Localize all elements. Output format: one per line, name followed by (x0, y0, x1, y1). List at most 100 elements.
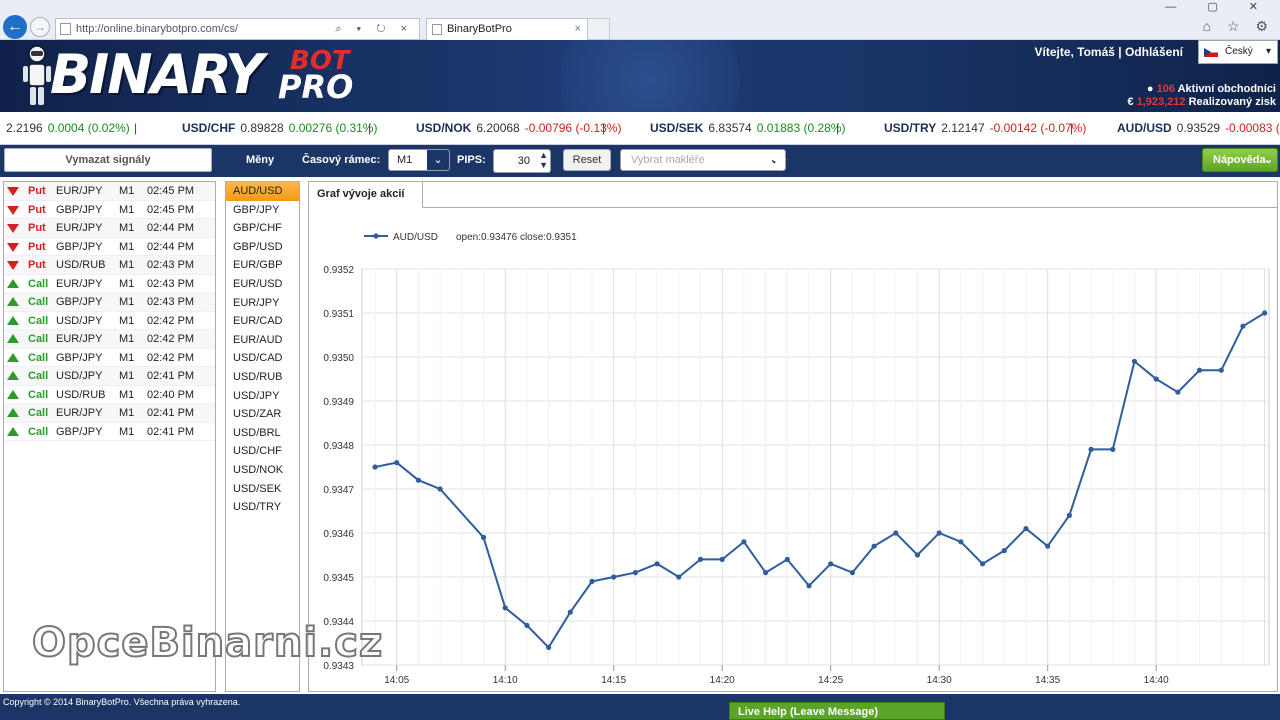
pair-item[interactable]: USD/ZAR (226, 405, 299, 424)
live-help-button[interactable]: Live Help (Leave Message) (729, 702, 945, 720)
pair-item[interactable]: USD/BRL (226, 424, 299, 443)
back-arrow-icon[interactable]: ← (3, 15, 27, 39)
signal-row[interactable]: Call USD/JPY M1 02:42 PM (4, 312, 215, 330)
close-tab-icon[interactable]: × (575, 19, 581, 39)
signal-row[interactable]: Call GBP/JPY M1 02:42 PM (4, 349, 215, 367)
signal-pair: EUR/JPY (56, 277, 103, 290)
browser-tab[interactable]: BinaryBotPro × (426, 18, 588, 40)
signal-pair: GBP/JPY (56, 203, 103, 216)
pair-item[interactable]: EUR/GBP (226, 256, 299, 275)
signal-time: 02:45 PM (147, 203, 195, 216)
signal-pair: USD/JPY (56, 370, 103, 382)
pair-item[interactable]: USD/TRY (226, 498, 299, 517)
data-point (958, 539, 964, 545)
signal-row[interactable]: Call GBP/JPY M1 02:43 PM (4, 293, 215, 312)
realized-profit-row: € 1,923,212 Realizovaný zisk (1127, 96, 1276, 109)
broker-select[interactable]: Vybrat makléře ⌄ (620, 149, 786, 171)
data-point (1066, 512, 1072, 518)
pair-item[interactable]: EUR/AUD (226, 331, 299, 350)
pair-item[interactable]: GBP/USD (226, 238, 299, 257)
address-bar[interactable]: http://online.binarybotpro.com/cs/ ⌕ ▾ ↻… (55, 18, 420, 40)
pair-item[interactable]: EUR/USD (226, 275, 299, 294)
pair-item[interactable]: USD/NOK (226, 461, 299, 480)
welcome-logout-link[interactable]: Vítejte, Tomáš | Odhlášení (1034, 45, 1183, 59)
signal-type: Call (28, 425, 49, 438)
signal-row[interactable]: Put GBP/JPY M1 02:44 PM (4, 238, 215, 256)
tab-stock-chart[interactable]: Graf vývoje akcií (309, 182, 423, 208)
data-point (1110, 446, 1116, 452)
signal-row[interactable]: Call USD/RUB M1 02:40 PM (4, 386, 215, 404)
pips-input[interactable]: 30 ▲ ▼ (493, 149, 551, 173)
address-tools-icons[interactable]: ⌕ ▾ ↻ × (335, 19, 413, 39)
data-point (589, 578, 595, 584)
pair-item[interactable]: USD/CAD (226, 349, 299, 368)
ticker-item: AUD/USD 0.93529 -0.00083 (-0.09%) (1117, 112, 1280, 144)
signal-row[interactable]: Put EUR/JPY M1 02:45 PM (4, 182, 215, 201)
home-favorites-settings-icons[interactable]: ⌂ ☆ ⚙ (1203, 18, 1274, 35)
signal-row[interactable]: Call EUR/JPY M1 02:43 PM (4, 275, 215, 293)
signal-type: Put (28, 259, 46, 271)
data-point (936, 530, 942, 536)
language-select[interactable]: Český ▾ (1198, 40, 1278, 64)
data-point (762, 570, 769, 576)
legend-series-label: AUD/USD (393, 232, 438, 243)
pair-item[interactable]: EUR/CAD (226, 312, 299, 331)
pair-item[interactable]: GBP/JPY (226, 201, 299, 220)
signal-row[interactable]: Call USD/JPY M1 02:41 PM (4, 367, 215, 386)
data-point (1023, 526, 1029, 532)
x-tick-label: 14:40 (1144, 675, 1169, 686)
window-controls[interactable]: — ▢ ✕ (1165, 0, 1272, 13)
data-point (828, 561, 834, 567)
signal-row[interactable]: Put EUR/JPY M1 02:44 PM (4, 219, 215, 238)
signals-list: Put EUR/JPY M1 02:45 PM Put GBP/JPY M1 02:45 PM… (3, 181, 216, 692)
pair-item[interactable]: GBP/CHF (226, 219, 299, 238)
toolbar: Vymazat signály Měny Časový rámec: M1 ⌄ … (0, 145, 1280, 177)
pair-item[interactable]: USD/JPY (226, 387, 299, 406)
signal-timeframe: M1 (119, 388, 135, 401)
pair-item[interactable]: AUD/USD (226, 182, 299, 201)
chart-panel: 0.9343 0.9344 0.9345 0.9346 0.9347 0.9348 0.93… (308, 181, 1278, 692)
ticker-item: 2.2196 0.0004 (0.02%) (6, 112, 130, 144)
data-point (893, 530, 899, 536)
pair-item[interactable]: USD/RUB (226, 368, 299, 387)
pair-item[interactable]: USD/CHF (226, 442, 299, 461)
signal-row[interactable]: Call GBP/JPY M1 02:41 PM (4, 423, 215, 441)
plot-area (361, 268, 1270, 666)
currencies-label: Měny (246, 154, 275, 166)
signal-row[interactable]: Put USD/RUB M1 02:43 PM (4, 256, 215, 275)
forward-arrow-icon[interactable]: → (30, 17, 50, 37)
signal-pair: EUR/JPY (56, 185, 103, 197)
data-point (1262, 310, 1268, 316)
ticker-separator: | (1070, 121, 1074, 135)
reset-button[interactable]: Reset (563, 149, 611, 171)
signal-time: 02:41 PM (147, 407, 195, 419)
signal-pair: USD/RUB (56, 388, 106, 401)
arrow-up-icon (7, 352, 19, 362)
pair-item[interactable]: EUR/JPY (226, 294, 299, 313)
clear-signals-button[interactable]: Vymazat signály (4, 148, 212, 172)
site-header: BINARY BOT PRO Vítejte, Tomáš | Odhlášen… (0, 40, 1280, 112)
signal-time: 02:42 PM (147, 351, 195, 364)
pair-item[interactable]: USD/SEK (226, 480, 299, 499)
signal-row[interactable]: Call EUR/JPY M1 02:42 PM (4, 330, 215, 349)
ticker-change: -0.00796 (-0.13%) (524, 121, 622, 135)
logo-binary[interactable]: BINARY (50, 44, 264, 106)
tab-title: BinaryBotPro (447, 23, 512, 35)
ticker-change: 0.01883 (0.28%) (756, 121, 846, 135)
data-point (1240, 323, 1246, 329)
stepper-arrows-icon[interactable]: ▲ ▼ (539, 150, 548, 170)
active-traders-count: 106 (1156, 83, 1175, 95)
y-tick-label: 0.9350 (323, 353, 354, 364)
arrow-up-icon (7, 389, 19, 399)
ticker-price: 0.89828 (240, 121, 284, 135)
signal-time: 02:42 PM (147, 314, 195, 327)
signal-row[interactable]: Put GBP/JPY M1 02:45 PM (4, 201, 215, 219)
new-tab-button[interactable] (588, 18, 610, 40)
timeframe-select[interactable]: M1 ⌄ (388, 149, 450, 171)
signal-row[interactable]: Call EUR/JPY M1 02:41 PM (4, 404, 215, 423)
arrow-down-icon (7, 242, 19, 252)
y-tick-label: 0.9347 (323, 485, 354, 496)
data-point (546, 644, 552, 650)
help-button[interactable]: Nápověda ⌄ (1202, 148, 1278, 172)
price-ticker: 2.2196 0.0004 (0.02%) USD/CHF 0.89828 0.0027… (0, 112, 1280, 145)
